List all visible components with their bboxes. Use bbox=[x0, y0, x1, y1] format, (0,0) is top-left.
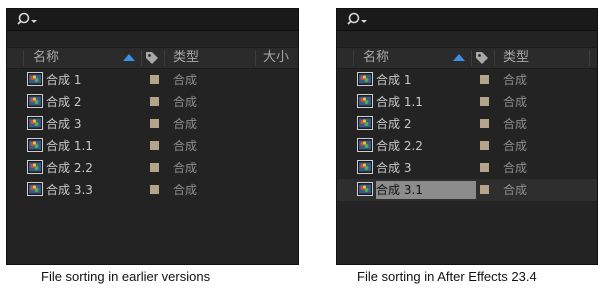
composition-icon bbox=[357, 160, 373, 174]
list-item[interactable]: 合成 2.2 合成 bbox=[337, 135, 597, 157]
column-type-header[interactable]: 类型 bbox=[503, 48, 529, 68]
item-name: 合成 2 bbox=[376, 117, 412, 131]
item-type: 合成 bbox=[173, 117, 198, 131]
item-name: 合成 1 bbox=[376, 73, 412, 87]
item-type: 合成 bbox=[173, 161, 198, 175]
caption-right: File sorting in After Effects 23.4 bbox=[357, 269, 537, 284]
composition-icon bbox=[357, 138, 373, 152]
composition-icon bbox=[27, 116, 43, 130]
list-item[interactable]: 合成 2 合成 bbox=[7, 91, 298, 113]
composition-icon bbox=[357, 182, 373, 196]
label-color-swatch[interactable] bbox=[150, 119, 159, 128]
item-type: 合成 bbox=[173, 139, 198, 153]
sort-ascending-icon[interactable] bbox=[123, 54, 135, 61]
item-name: 合成 1 bbox=[46, 73, 82, 87]
composition-icon bbox=[357, 72, 373, 86]
item-type: 合成 bbox=[503, 161, 528, 175]
label-color-swatch[interactable] bbox=[150, 163, 159, 172]
label-color-swatch[interactable] bbox=[480, 75, 489, 84]
list-item[interactable]: 合成 1.1 合成 bbox=[7, 135, 298, 157]
caption-left: File sorting in earlier versions bbox=[41, 269, 211, 284]
item-name: 合成 3.3 bbox=[46, 183, 93, 197]
composition-icon bbox=[357, 116, 373, 130]
project-panel-right: 名称 类型 合成 1 合成 合成 1.1 合成 合成 2 合成 合成 2.2 合… bbox=[336, 8, 598, 265]
list-item[interactable]: 合成 3 合成 bbox=[7, 113, 298, 135]
search-bar[interactable] bbox=[337, 9, 597, 31]
column-type-header[interactable]: 类型 bbox=[173, 48, 199, 68]
search-icon[interactable] bbox=[17, 11, 39, 27]
project-panel-left: 名称 类型 大小 合成 1 合成 合成 2 合成 合成 3 合成 合成 1.1 … bbox=[6, 8, 299, 265]
composition-icon bbox=[357, 94, 373, 108]
label-color-swatch[interactable] bbox=[150, 97, 159, 106]
list-item-selected[interactable]: 合成 3.1 合成 bbox=[337, 179, 597, 201]
label-color-swatch[interactable] bbox=[480, 185, 489, 194]
composition-icon bbox=[27, 94, 43, 108]
item-type: 合成 bbox=[503, 73, 528, 87]
label-color-swatch[interactable] bbox=[150, 185, 159, 194]
column-header: 名称 类型 大小 bbox=[7, 47, 298, 69]
list-item[interactable]: 合成 3 合成 bbox=[337, 157, 597, 179]
column-header: 名称 类型 bbox=[337, 47, 597, 69]
item-name: 合成 2 bbox=[46, 95, 82, 109]
label-color-swatch[interactable] bbox=[480, 119, 489, 128]
item-type: 合成 bbox=[173, 73, 198, 87]
item-type: 合成 bbox=[173, 183, 198, 197]
label-color-swatch[interactable] bbox=[150, 75, 159, 84]
composition-icon bbox=[27, 72, 43, 86]
sort-ascending-icon[interactable] bbox=[453, 54, 465, 61]
composition-icon bbox=[27, 182, 43, 196]
item-type: 合成 bbox=[173, 95, 198, 109]
composition-icon bbox=[27, 138, 43, 152]
item-name: 合成 3 bbox=[376, 161, 412, 175]
item-name: 合成 1.1 bbox=[46, 139, 93, 153]
list-item[interactable]: 合成 1.1 合成 bbox=[337, 91, 597, 113]
item-type: 合成 bbox=[503, 183, 528, 197]
label-color-swatch[interactable] bbox=[480, 141, 489, 150]
item-name: 合成 3 bbox=[46, 117, 82, 131]
label-tag-icon[interactable] bbox=[475, 51, 489, 65]
item-type: 合成 bbox=[503, 139, 528, 153]
search-bar[interactable] bbox=[7, 9, 298, 31]
item-name: 合成 3.1 bbox=[376, 181, 476, 199]
item-type: 合成 bbox=[503, 117, 528, 131]
label-color-swatch[interactable] bbox=[150, 141, 159, 150]
list-item[interactable]: 合成 1 合成 bbox=[7, 69, 298, 91]
column-name-header[interactable]: 名称 bbox=[33, 48, 59, 68]
label-color-swatch[interactable] bbox=[480, 163, 489, 172]
item-name: 合成 2.2 bbox=[376, 139, 423, 153]
item-name: 合成 2.2 bbox=[46, 161, 93, 175]
item-type: 合成 bbox=[503, 95, 528, 109]
list-item[interactable]: 合成 3.3 合成 bbox=[7, 179, 298, 201]
item-name: 合成 1.1 bbox=[376, 95, 423, 109]
list-item[interactable]: 合成 2 合成 bbox=[337, 113, 597, 135]
label-color-swatch[interactable] bbox=[480, 97, 489, 106]
list-item[interactable]: 合成 1 合成 bbox=[337, 69, 597, 91]
list-item[interactable]: 合成 2.2 合成 bbox=[7, 157, 298, 179]
label-tag-icon[interactable] bbox=[145, 51, 159, 65]
composition-icon bbox=[27, 160, 43, 174]
column-name-header[interactable]: 名称 bbox=[363, 48, 389, 68]
search-icon[interactable] bbox=[347, 11, 369, 27]
column-size-header[interactable]: 大小 bbox=[263, 48, 289, 68]
